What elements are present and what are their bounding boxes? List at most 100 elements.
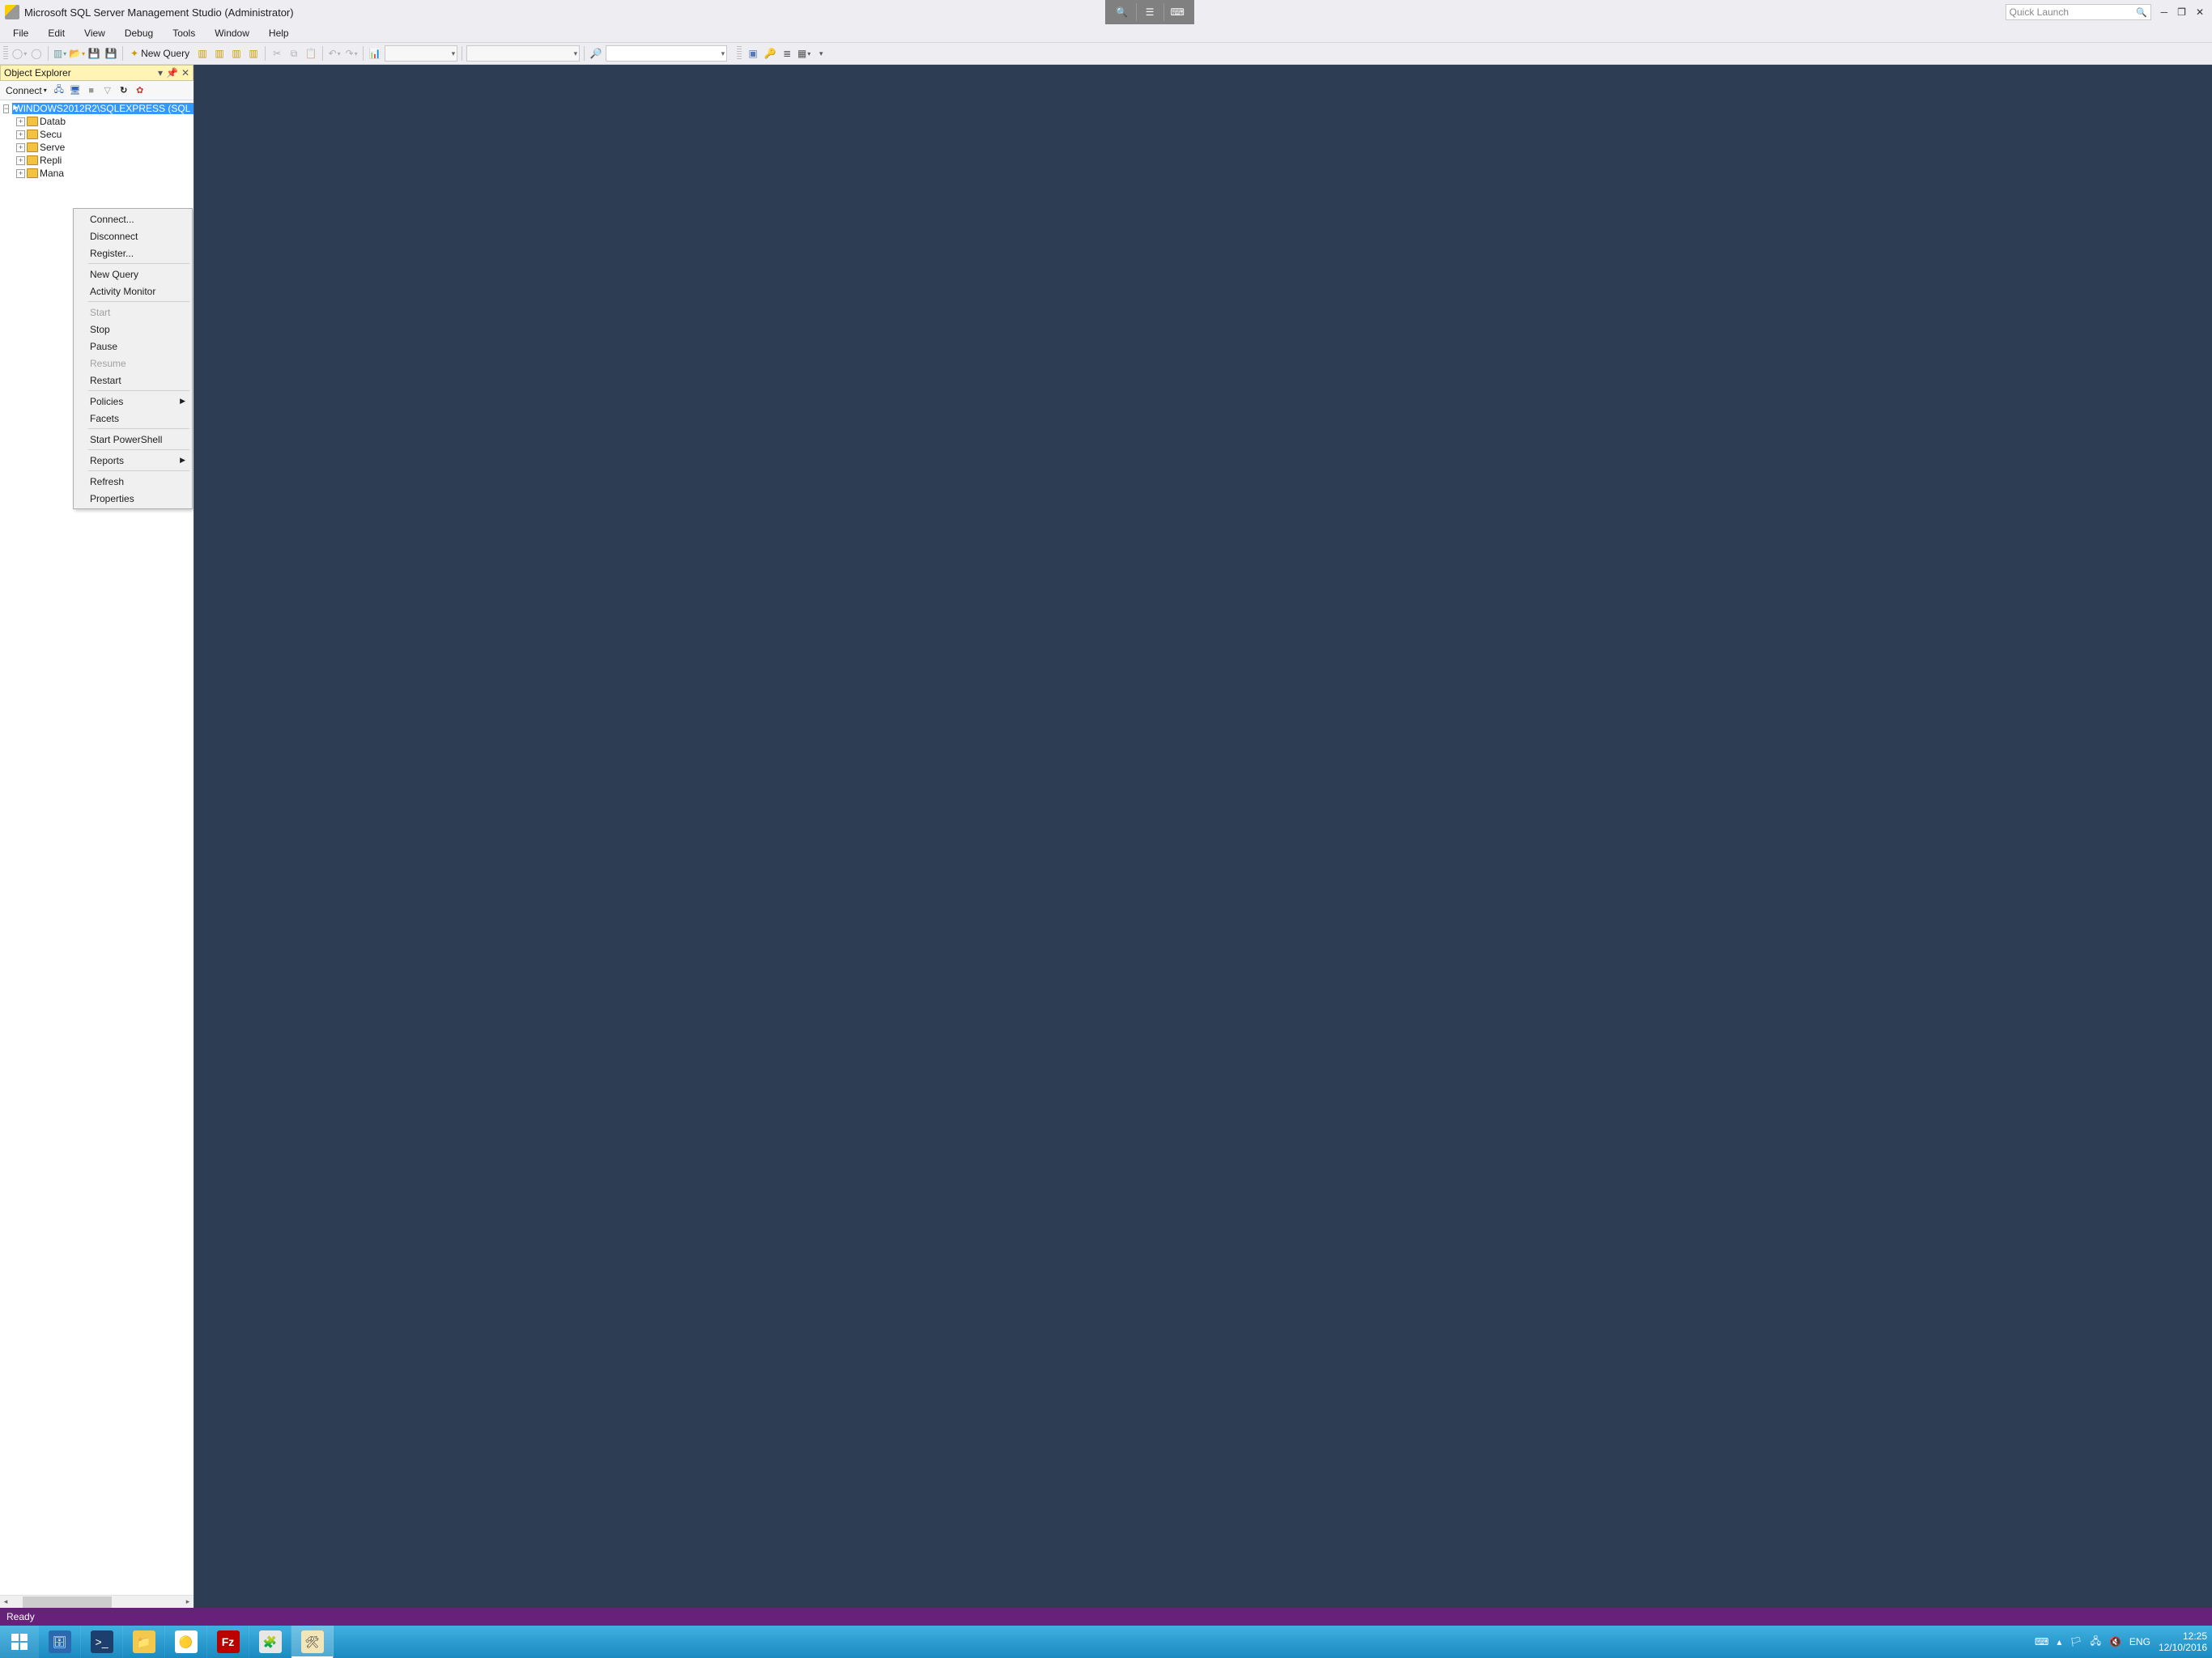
context-menu-item[interactable]: Connect... [75, 210, 190, 227]
menu-tools[interactable]: Tools [164, 26, 203, 40]
save-all-button[interactable]: 💾 [104, 46, 118, 61]
tree-expander-icon[interactable]: + [16, 117, 25, 126]
filter-icon[interactable]: ▽ [101, 84, 114, 97]
context-menu-item[interactable]: Refresh [75, 473, 190, 490]
horiz-scrollbar[interactable]: ◂ ▸ [0, 1595, 194, 1608]
context-menu-item[interactable]: Facets [75, 410, 190, 427]
stop-icon[interactable]: ■ [85, 84, 98, 97]
toolbar-overflow-icon[interactable]: ▾ [814, 46, 828, 61]
network-tray-icon[interactable]: 🖧 [2091, 1634, 2101, 1651]
nav-forward-button[interactable]: ◯ [29, 46, 44, 61]
refresh-icon[interactable]: ↻ [117, 84, 130, 97]
tray-chevron-icon[interactable]: ▴ [2057, 1636, 2061, 1647]
scroll-thumb[interactable] [23, 1596, 112, 1608]
analysis-xmla-icon[interactable]: ▥ [246, 46, 261, 61]
db-engine-query-icon[interactable]: ▥ [195, 46, 210, 61]
tree-folder-server-objects[interactable]: + Serve [0, 141, 194, 154]
start-button[interactable] [0, 1626, 39, 1658]
sound-tray-icon[interactable]: 🔇 [2109, 1636, 2121, 1647]
analysis-dmx-icon[interactable]: ▥ [229, 46, 244, 61]
context-menu-item[interactable]: Stop [75, 321, 190, 338]
oe-help-icon[interactable]: ✿ [134, 84, 147, 97]
registered-servers-icon[interactable]: ▣ [746, 46, 760, 61]
find-button[interactable]: 🔎 [589, 46, 603, 61]
analysis-mdx-icon[interactable]: ▥ [212, 46, 227, 61]
menu-edit[interactable]: Edit [40, 26, 73, 40]
menu-help[interactable]: Help [261, 26, 297, 40]
key-icon[interactable]: 🔑 [763, 46, 777, 61]
connect-button[interactable]: Connect ▾ [3, 84, 49, 97]
tree-expander-icon[interactable]: + [16, 143, 25, 152]
menu-file[interactable]: File [5, 26, 36, 40]
keyboard-tray-icon[interactable]: ⌨ [2035, 1636, 2048, 1647]
object-explorer-panel: Object Explorer ▾ 📌 ✕ Connect ▾ 🖧 🖥 ■ ▽ … [0, 65, 194, 1608]
taskbar-explorer[interactable]: 📁 [123, 1626, 165, 1658]
tree-node-label: Mana [40, 168, 64, 179]
taskbar-unknown-app[interactable]: 🧩 [249, 1626, 291, 1658]
flag-tray-icon[interactable]: 🏳 [2069, 1636, 2082, 1647]
tree-server-node[interactable]: − WINDOWS2012R2\SQLEXPRESS (SQL S [0, 102, 194, 115]
minimize-button[interactable]: ─ [2161, 6, 2168, 18]
nav-back-button[interactable]: ◯▾ [12, 46, 27, 61]
panel-close-icon[interactable]: ✕ [181, 67, 189, 79]
context-menu-item[interactable]: Restart [75, 372, 190, 389]
menu-debug[interactable]: Debug [117, 26, 161, 40]
taskbar-powershell[interactable]: >_ [81, 1626, 123, 1658]
maximize-button[interactable]: ❐ [2177, 6, 2186, 18]
tree-folder-databases[interactable]: + Datab [0, 115, 194, 128]
new-project-button[interactable]: ▥▾ [53, 46, 67, 61]
lang-indicator[interactable]: ENG [2129, 1636, 2150, 1647]
undo-button[interactable]: ↶▾ [327, 46, 342, 61]
tree-expander-icon[interactable]: + [16, 130, 25, 139]
taskbar-chrome[interactable]: 🟡 [165, 1626, 207, 1658]
context-menu-item[interactable]: Reports▶ [75, 452, 190, 469]
system-tray[interactable]: ⌨ ▴ 🏳 🖧 🔇 ENG [2027, 1634, 2159, 1651]
connect-obj-explorer-icon[interactable]: 🖧 [53, 84, 66, 97]
context-menu-item[interactable]: Start PowerShell [75, 431, 190, 448]
activity-monitor-button[interactable]: 📊 [368, 46, 382, 61]
tree-expander-icon[interactable]: + [16, 156, 25, 165]
template-browser-icon[interactable]: ▦▾ [797, 46, 811, 61]
context-menu-item[interactable]: Disconnect [75, 227, 190, 244]
solution-platform-combo[interactable]: ▾ [466, 45, 580, 62]
keyboard-icon[interactable]: ⌨ [1163, 3, 1191, 21]
context-menu-item[interactable]: Policies▶ [75, 393, 190, 410]
quick-launch-input[interactable]: Quick Launch 🔍 [2006, 4, 2151, 20]
find-combo[interactable]: ▾ [606, 45, 727, 62]
tree-folder-management[interactable]: + Mana [0, 167, 194, 180]
tree-folder-replication[interactable]: + Repli [0, 154, 194, 167]
cut-button[interactable]: ✂ [270, 46, 284, 61]
context-menu-item[interactable]: Register... [75, 244, 190, 261]
context-menu-item[interactable]: New Query [75, 266, 190, 283]
taskbar-clock[interactable]: 12:25 12/10/2016 [2159, 1630, 2212, 1653]
context-menu-item[interactable]: Activity Monitor [75, 283, 190, 300]
disconnect-icon[interactable]: 🖥 [69, 84, 82, 97]
new-query-button[interactable]: ✦ New Query [127, 46, 193, 61]
save-button[interactable]: 💾 [87, 46, 101, 61]
solution-config-combo[interactable]: ▾ [385, 45, 457, 62]
redo-button[interactable]: ↷▾ [344, 46, 359, 61]
menu-view[interactable]: View [76, 26, 113, 40]
copy-button[interactable]: ⧉ [287, 46, 301, 61]
open-file-button[interactable]: 📂▾ [70, 46, 84, 61]
close-button[interactable]: ✕ [2196, 6, 2204, 18]
scroll-left-icon[interactable]: ◂ [0, 1596, 11, 1608]
tree-expander-icon[interactable]: + [16, 169, 25, 178]
properties-icon[interactable]: ≣ [780, 46, 794, 61]
toolbar-grip[interactable] [737, 46, 742, 61]
menu-window[interactable]: Window [206, 26, 257, 40]
menu-lines-icon[interactable]: ☰ [1136, 3, 1163, 21]
paste-button[interactable]: 📋 [304, 46, 318, 61]
panel-pin-icon[interactable]: 📌 [166, 67, 178, 79]
scroll-right-icon[interactable]: ▸ [182, 1596, 194, 1608]
tree-folder-security[interactable]: + Secu [0, 128, 194, 141]
toolbar-grip[interactable] [3, 46, 8, 61]
taskbar-server-manager[interactable]: 🗄 [39, 1626, 81, 1658]
context-menu-item[interactable]: Pause [75, 338, 190, 355]
taskbar-ssms[interactable]: 🛠 [291, 1626, 334, 1658]
tree-expander-icon[interactable]: − [3, 104, 9, 113]
magnify-icon[interactable]: 🔍 [1108, 3, 1136, 21]
context-menu-item[interactable]: Properties [75, 490, 190, 507]
taskbar-filezilla[interactable]: Fz [207, 1626, 249, 1658]
panel-dropdown-icon[interactable]: ▾ [158, 67, 163, 79]
